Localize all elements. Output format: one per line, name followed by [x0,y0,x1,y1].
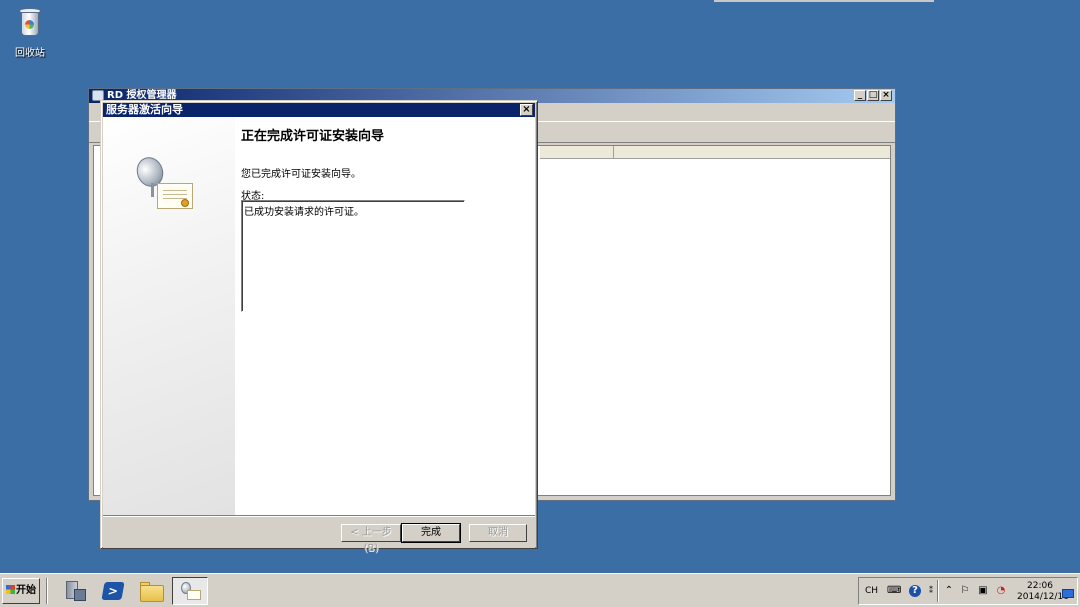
status-text: 已成功安装请求的许可证。 [244,207,364,218]
windows-flag-icon [6,585,15,594]
clock-date: 2014/12/16 [1017,592,1069,602]
wizard-heading: 正在完成许可证安装向导 [241,129,385,144]
show-hidden-icons-icon[interactable]: ⌃ [943,585,955,597]
list-column[interactable] [540,146,614,158]
server-manager-icon[interactable] [62,579,88,603]
volume-muted-icon[interactable]: ◔ [995,585,1007,597]
close-button[interactable]: × [880,90,892,101]
system-tray: CH ⌨ ? ⁑ ⌃ ⚐ ▣ ◔ 22:06 2014/12/16 [858,577,1078,605]
wizard-titlebar[interactable]: 服务器激活向导 × [103,103,535,117]
wizard-side-panel [103,117,235,515]
recycle-bin-icon [17,6,43,40]
recycle-bin-label: 回收站 [15,48,45,59]
taskbar: 开始 > CH ⌨ ? ⁑ ⌃ ⚐ ▣ ◔ 22:06 2014/12/16 [0,573,1080,607]
ime-indicator[interactable]: CH [865,586,878,596]
cancel-button[interactable]: 取消 [469,524,527,542]
wizard-body: 正在完成许可证安装向导 您已完成许可证安装向导。 状态: 已成功安装请求的许可证… [103,117,535,515]
license-manager-task-button[interactable] [172,577,208,605]
minimize-button[interactable]: _ [854,90,866,101]
help-icon[interactable]: ? [909,585,921,597]
maximize-button[interactable]: □ [867,90,879,101]
server-activation-wizard-dialog[interactable]: 服务器激活向导 × 正在完成许可证安装向导 您已完成许可证安装向导。 状态: 已… [100,100,538,554]
wizard-message: 您已完成许可证安装向导。 [241,169,361,180]
status-textbox[interactable]: 已成功安装请求的许可证。 [241,200,465,312]
offscreen-window-edge [714,0,934,2]
keyboard-icon[interactable]: ⌨ [887,585,901,597]
action-center-flag-icon[interactable]: ⚐ [959,585,971,597]
taskbar-separator [46,578,48,604]
back-button[interactable]: < 上一步 (B) [341,524,401,554]
ime-options-icon[interactable]: ⁑ [925,585,937,597]
clock[interactable]: 22:06 2014/12/16 [1017,581,1069,603]
finish-button[interactable]: 完成 [401,523,461,543]
clock-time: 22:06 [1027,581,1053,591]
wizard-title: 服务器激活向导 [106,103,183,116]
powershell-icon[interactable]: > [100,579,126,603]
license-wizard-graphic-icon [132,153,197,213]
start-button[interactable]: 开始 [2,578,40,604]
wizard-footer: < 上一步 (B) 完成 取消 [103,515,535,554]
network-icon[interactable]: ▣ [977,585,989,597]
list-column-header[interactable] [540,146,890,159]
wizard-content: 正在完成许可证安装向导 您已完成许可证安装向导。 状态: 已成功安装请求的许可证… [241,117,535,515]
start-label: 开始 [16,585,36,596]
explorer-folder-icon[interactable] [138,579,164,603]
list-column[interactable] [614,146,890,158]
wizard-close-button[interactable]: × [520,104,533,116]
recycle-bin-desktop-icon[interactable]: 回收站 [8,6,52,59]
show-desktop-icon[interactable] [1062,589,1074,598]
